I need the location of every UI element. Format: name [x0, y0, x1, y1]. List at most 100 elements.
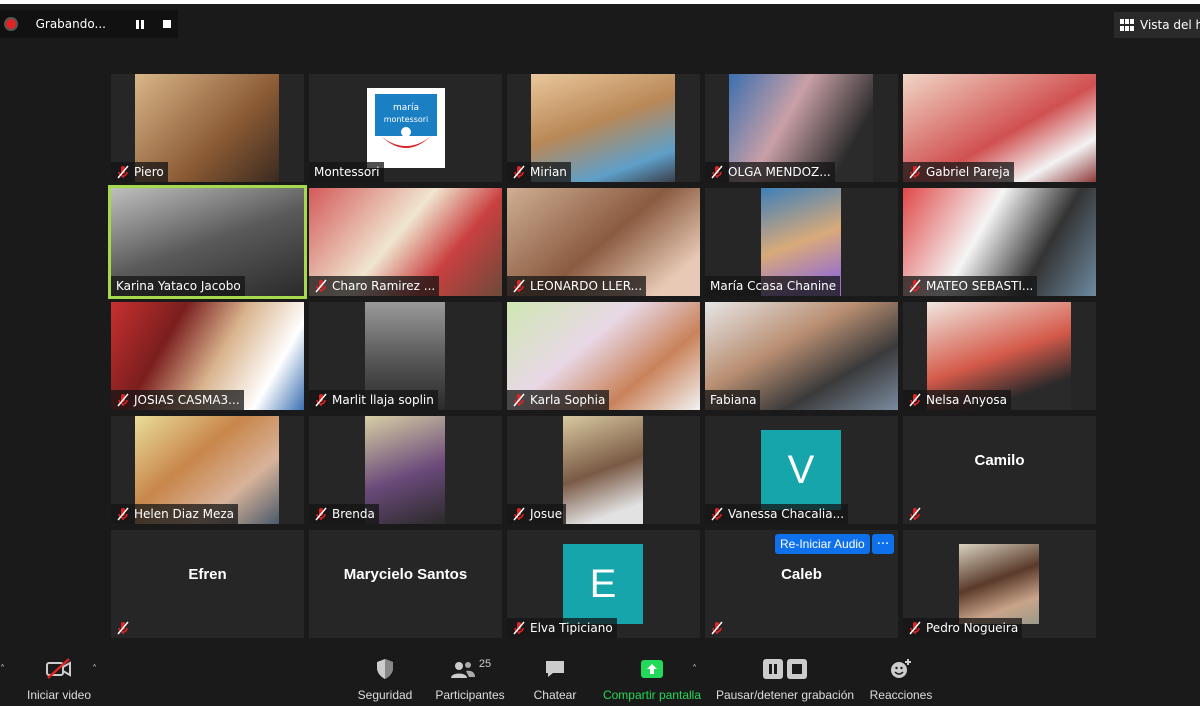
- participant-tile[interactable]: Fabiana: [705, 302, 898, 410]
- participant-label: Vanessa Chacalia...: [705, 504, 849, 524]
- participant-tile-active-speaker[interactable]: Karina Yataco Jacobo: [108, 185, 307, 299]
- participant-label: JOSIAS CASMA3...: [111, 390, 244, 410]
- participant-name: Karina Yataco Jacobo: [116, 279, 241, 293]
- participants-icon: 25: [449, 650, 491, 688]
- view-mode-label: Vista del ha: [1140, 18, 1200, 32]
- stop-recording-button[interactable]: [157, 13, 178, 35]
- participant-tile[interactable]: Nelsa Anyosa: [903, 302, 1096, 410]
- participant-label: LEONARDO LLER...: [507, 276, 647, 296]
- participant-label: [705, 618, 729, 638]
- participant-label: Karla Sophia: [507, 390, 610, 410]
- participant-name: Gabriel Pareja: [926, 165, 1010, 179]
- participant-tile[interactable]: Camilo: [903, 416, 1096, 524]
- pause-stop-recording-button[interactable]: Pausar/detener grabación: [716, 650, 854, 706]
- participant-label: María Ccasa Chanine: [705, 276, 841, 296]
- muted-mic-icon: [907, 164, 923, 180]
- participant-tile[interactable]: maría montessori Montessori: [309, 74, 502, 182]
- participants-label: Participantes: [435, 688, 505, 702]
- chevron-up-icon[interactable]: ˄: [692, 664, 697, 675]
- participant-name: OLGA MENDOZ...: [728, 165, 831, 179]
- participant-tile[interactable]: Efren: [111, 530, 304, 638]
- muted-mic-icon: [511, 278, 527, 294]
- reactions-label: Reacciones: [869, 688, 933, 702]
- chat-icon: [544, 650, 566, 688]
- pause-stop-recording-label: Pausar/detener grabación: [715, 688, 855, 702]
- participant-tile[interactable]: Mirian: [507, 74, 700, 182]
- participant-name: Helen Diaz Meza: [134, 507, 234, 521]
- participants-button[interactable]: 25 Participantes: [433, 650, 507, 706]
- muted-mic-icon: [907, 278, 923, 294]
- participant-label: Nelsa Anyosa: [903, 390, 1011, 410]
- svg-text:montessori: montessori: [384, 115, 429, 124]
- participants-count: 25: [478, 658, 492, 670]
- participant-tile[interactable]: Helen Diaz Meza: [111, 416, 304, 524]
- pause-recording-button[interactable]: [130, 13, 151, 35]
- participant-tile[interactable]: Karla Sophia: [507, 302, 700, 410]
- participant-label: Marlit llaja soplin: [309, 390, 438, 410]
- start-video-button[interactable]: Iniciar video: [24, 650, 94, 706]
- muted-mic-icon: [511, 506, 527, 522]
- recording-status: Grabando...: [35, 17, 106, 31]
- participant-name: María Ccasa Chanine: [710, 279, 837, 293]
- participant-tile[interactable]: Pedro Nogueira: [903, 530, 1096, 638]
- participant-name: Marlit llaja soplin: [332, 393, 434, 407]
- participant-tile[interactable]: MATEO SEBASTI...: [903, 188, 1096, 296]
- participant-label: OLGA MENDOZ...: [705, 162, 835, 182]
- chat-label: Chatear: [533, 688, 577, 702]
- participant-label: Pedro Nogueira: [903, 618, 1023, 638]
- muted-mic-icon: [115, 164, 131, 180]
- muted-mic-icon: [115, 620, 131, 636]
- participant-label: Charo Ramirez ...: [309, 276, 440, 296]
- view-mode-button[interactable]: Vista del ha: [1114, 12, 1200, 38]
- participant-label: Montessori: [309, 162, 384, 182]
- security-button[interactable]: Seguridad: [355, 650, 415, 706]
- shield-icon: [375, 650, 395, 688]
- reaction-smile-icon: [889, 650, 913, 688]
- muted-mic-icon: [907, 620, 923, 636]
- chevron-up-icon[interactable]: ˄: [92, 664, 97, 675]
- recording-dot-icon: [4, 17, 18, 31]
- pause-stop-recording-icon: [761, 650, 809, 688]
- participant-name: Elva Tipiciano: [530, 621, 613, 635]
- participant-tile[interactable]: Brenda: [309, 416, 502, 524]
- participant-name: Charo Ramirez ...: [332, 279, 436, 293]
- participant-label: [903, 504, 927, 524]
- participant-tile[interactable]: JOSIAS CASMA3...: [111, 302, 304, 410]
- meeting-toolbar: ˄ Iniciar video ˄ Seguridad 25 Participa…: [0, 650, 1200, 706]
- chevron-up-icon[interactable]: ˄: [0, 664, 5, 675]
- participant-name: Brenda: [332, 507, 375, 521]
- participant-tile[interactable]: E Elva Tipiciano: [507, 530, 700, 638]
- muted-mic-icon: [709, 164, 725, 180]
- participant-tile[interactable]: Charo Ramirez ...: [309, 188, 502, 296]
- participant-tile[interactable]: Marlit llaja soplin: [309, 302, 502, 410]
- restart-audio-button[interactable]: Re-Iniciar Audio: [775, 534, 870, 554]
- share-screen-button[interactable]: Compartir pantalla: [602, 650, 702, 706]
- participant-tile[interactable]: LEONARDO LLER...: [507, 188, 700, 296]
- muted-mic-icon: [313, 392, 329, 408]
- participant-tile[interactable]: Piero: [111, 74, 304, 182]
- muted-mic-icon: [709, 620, 725, 636]
- participant-name: Pedro Nogueira: [926, 621, 1019, 635]
- participant-name: Karla Sophia: [530, 393, 606, 407]
- share-screen-label: Compartir pantalla: [602, 688, 702, 702]
- recording-indicator: Grabando...: [0, 10, 178, 38]
- participant-name: MATEO SEBASTI...: [926, 279, 1034, 293]
- participant-label: [111, 618, 135, 638]
- profile-photo: [959, 544, 1039, 624]
- avatar: E: [563, 544, 643, 624]
- participant-tile[interactable]: OLGA MENDOZ...: [705, 74, 898, 182]
- participant-tile[interactable]: María Ccasa Chanine: [705, 188, 898, 296]
- chat-button[interactable]: Chatear: [525, 650, 585, 706]
- participant-label: MATEO SEBASTI...: [903, 276, 1038, 296]
- participant-label: Mirian: [507, 162, 571, 182]
- participant-label: Fabiana: [705, 390, 761, 410]
- muted-mic-icon: [115, 506, 131, 522]
- more-options-button[interactable]: ···: [872, 534, 894, 554]
- participant-tile[interactable]: Josue: [507, 416, 700, 524]
- reactions-button[interactable]: Reacciones: [868, 650, 934, 706]
- participant-tile[interactable]: Marycielo Santos: [309, 530, 502, 638]
- muted-mic-icon: [511, 620, 527, 636]
- participant-tile[interactable]: Gabriel Pareja: [903, 74, 1096, 182]
- participant-name: Piero: [134, 165, 164, 179]
- participant-tile[interactable]: V Vanessa Chacalia...: [705, 416, 898, 524]
